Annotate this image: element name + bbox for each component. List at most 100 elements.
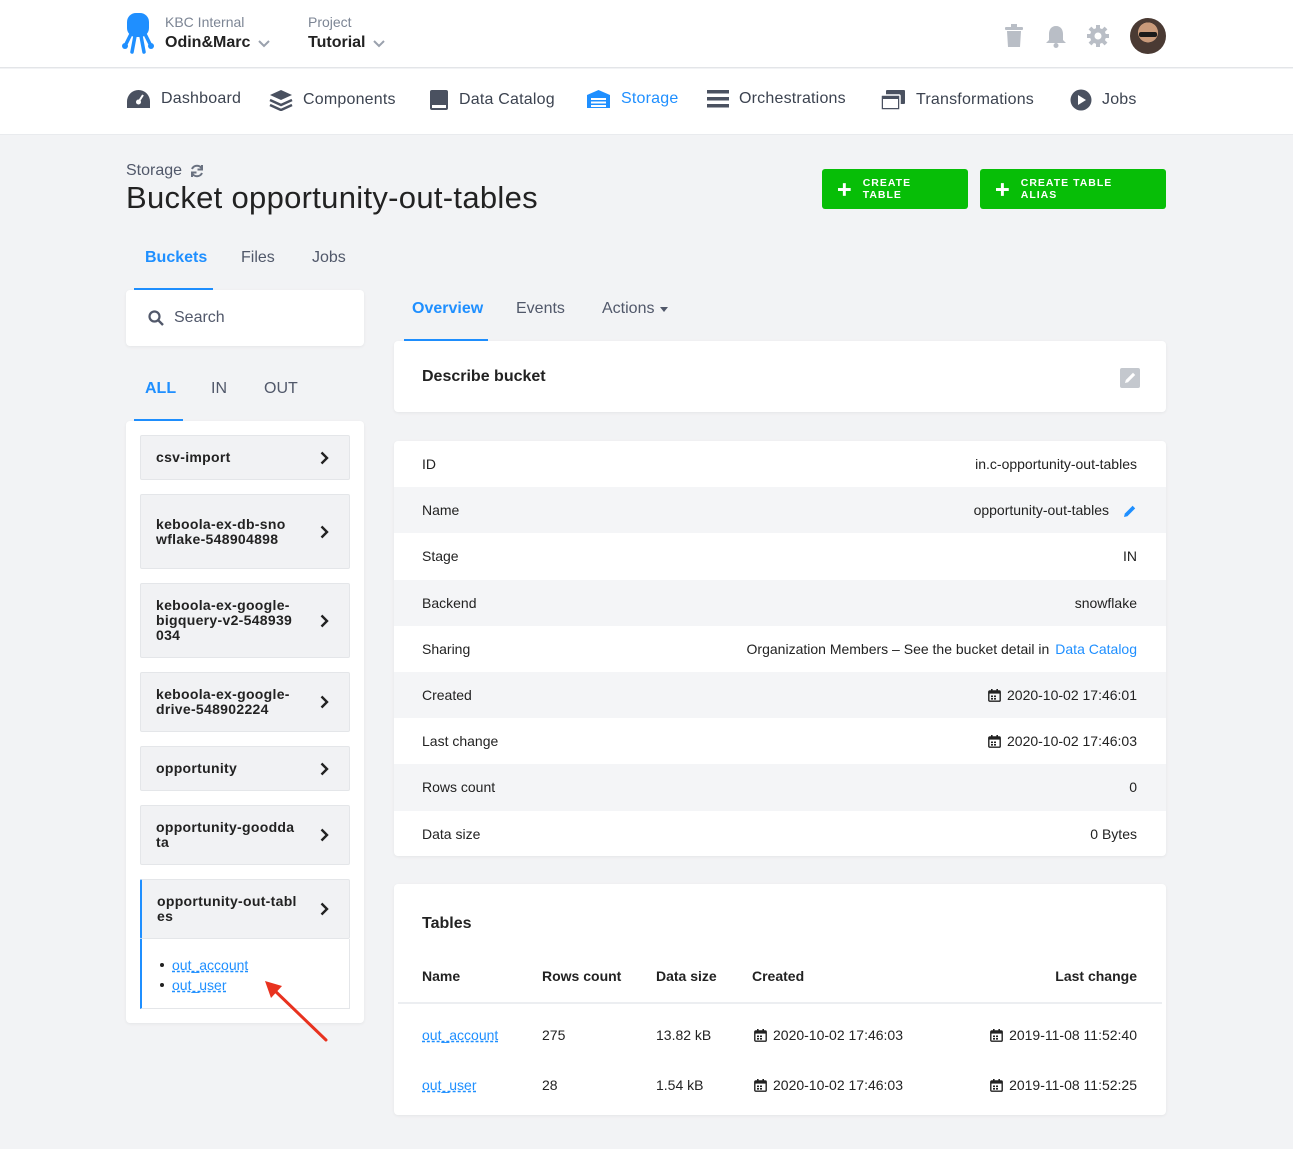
tables-title: Tables (422, 915, 472, 932)
chevron-right-icon (320, 902, 329, 916)
nav-jobs[interactable]: Jobs (1070, 89, 1137, 111)
table-row-name[interactable]: out_user (422, 1077, 476, 1093)
table-row-last-change: 2019-11-08 11:52:40 (990, 1027, 1137, 1043)
bucket-item[interactable]: keboola-ex-google-drive-548902224 (140, 672, 350, 732)
tab-events[interactable]: Events (516, 300, 565, 318)
project-switcher[interactable]: Project Tutorial (308, 14, 386, 54)
plus-icon (838, 182, 851, 196)
bucket-item[interactable]: keboola-ex-google-bigquery-v2-548939034 (140, 583, 350, 658)
column-header-name[interactable]: Name (422, 968, 460, 984)
trash-icon[interactable] (1002, 24, 1026, 48)
breadcrumb: Storage (126, 162, 204, 180)
column-header-rows-count[interactable]: Rows count (542, 968, 621, 984)
table-row-rows: 28 (542, 1077, 558, 1093)
edit-icon[interactable] (1120, 368, 1140, 388)
detail-row-data-size: Data size 0 Bytes (422, 825, 1137, 842)
calendar-icon (988, 734, 1001, 748)
detail-row-id: ID in.c-opportunity-out-tables (422, 456, 1137, 473)
pencil-icon[interactable] (1115, 502, 1137, 518)
bucket-item[interactable]: opportunity-gooddata (140, 805, 350, 865)
org-label: KBC Internal (165, 14, 245, 30)
column-header-data-size[interactable]: Data size (656, 968, 717, 984)
header-divider (398, 1002, 1162, 1004)
top-bar: KBC Internal Odin&Marc Project Tutorial (0, 0, 1293, 68)
calendar-icon (990, 1028, 1003, 1042)
table-row-created: 2020-10-02 17:46:03 (754, 1077, 903, 1093)
book-icon (430, 90, 448, 110)
bars-icon (707, 90, 729, 108)
bucket-item[interactable]: keboola-ex-db-snowflake-548904898 (140, 494, 350, 569)
caret-down-icon (660, 306, 669, 312)
tab-overview[interactable]: Overview (412, 300, 483, 318)
table-row-size: 1.54 kB (656, 1077, 704, 1093)
chevron-right-icon (320, 525, 329, 538)
play-circle-icon (1070, 89, 1092, 111)
tab-buckets[interactable]: Buckets (145, 249, 207, 267)
chevron-down-icon (373, 40, 386, 48)
org-name: Odin&Marc (165, 34, 251, 51)
breadcrumb-storage[interactable]: Storage (126, 162, 182, 180)
data-catalog-link[interactable]: Data Catalog (1055, 641, 1137, 657)
create-table-alias-button[interactable]: CREATE TABLE ALIAS (980, 169, 1166, 209)
nav-orchestrations[interactable]: Orchestrations (707, 89, 846, 109)
chevron-right-icon (320, 828, 329, 842)
dashboard-icon (127, 90, 150, 108)
calendar-icon (754, 1078, 767, 1092)
nav-components[interactable]: Components (269, 89, 396, 111)
project-name: Tutorial (308, 34, 366, 51)
nav-storage[interactable]: Storage (586, 89, 678, 109)
bucket-table-link[interactable]: out_account (160, 955, 349, 975)
bell-icon[interactable] (1044, 24, 1068, 48)
detail-row-backend: Backend snowflake (394, 579, 1166, 626)
chevron-down-icon (258, 40, 271, 48)
nav-data-catalog[interactable]: Data Catalog (429, 89, 555, 111)
project-label: Project (308, 14, 352, 30)
bucket-item[interactable]: csv-import (140, 435, 350, 480)
windows-icon (880, 90, 905, 111)
table-row-name[interactable]: out_account (422, 1027, 498, 1043)
table-row-size: 13.82 kB (656, 1027, 712, 1043)
refresh-icon[interactable] (190, 164, 204, 178)
actions-dropdown[interactable]: Actions (602, 300, 669, 318)
bucket-list: csv-import keboola-ex-db-snowflake-54890… (126, 421, 364, 1023)
create-table-button[interactable]: CREATE TABLE (822, 169, 968, 209)
describe-bucket-card: Describe bucket (394, 341, 1166, 412)
calendar-icon (990, 1078, 1003, 1092)
detail-row-sharing: Sharing Organization Members – See the b… (422, 640, 1137, 657)
keboola-logo-icon[interactable] (122, 12, 154, 54)
table-row-last-change: 2019-11-08 11:52:25 (990, 1077, 1137, 1093)
nav-dashboard[interactable]: Dashboard (126, 89, 241, 109)
filter-out[interactable]: OUT (264, 380, 298, 398)
nav-transformations[interactable]: Transformations (880, 89, 1034, 111)
calendar-icon (988, 688, 1001, 702)
filter-in[interactable]: IN (211, 380, 227, 398)
calendar-icon (754, 1028, 767, 1042)
search-icon (148, 310, 164, 326)
search-input[interactable]: Search (174, 309, 225, 327)
organization-switcher[interactable]: KBC Internal Odin&Marc (165, 14, 271, 54)
bucket-item[interactable]: opportunity (140, 746, 350, 791)
detail-row-name: Name opportunity-out-tables (394, 487, 1166, 534)
table-row-rows: 275 (542, 1027, 566, 1043)
column-header-created[interactable]: Created (752, 968, 804, 984)
warehouse-icon (587, 90, 610, 108)
tab-files[interactable]: Files (241, 249, 275, 267)
plus-icon (996, 182, 1009, 196)
bucket-search[interactable]: Search (126, 290, 364, 346)
layers-icon (269, 90, 293, 111)
tables-card: Tables Name Rows count Data size Created… (394, 884, 1166, 1115)
user-avatar[interactable] (1130, 18, 1166, 54)
tab-jobs[interactable]: Jobs (312, 249, 346, 267)
main-navigation: Dashboard Components Data Catalog Storag… (0, 69, 1293, 135)
detail-row-stage: Stage IN (422, 548, 1137, 565)
filter-all[interactable]: ALL (145, 380, 176, 398)
table-row-created: 2020-10-02 17:46:03 (754, 1027, 903, 1043)
chevron-right-icon (320, 451, 329, 464)
bucket-item-active[interactable]: opportunity-out-tables (140, 879, 350, 939)
annotation-arrow (265, 981, 328, 1042)
column-header-last-change[interactable]: Last change (1055, 968, 1137, 984)
gear-icon[interactable] (1086, 24, 1110, 48)
chevron-right-icon (320, 762, 329, 775)
detail-row-rows-count: Rows count 0 (394, 764, 1166, 811)
chevron-right-icon (320, 695, 329, 709)
